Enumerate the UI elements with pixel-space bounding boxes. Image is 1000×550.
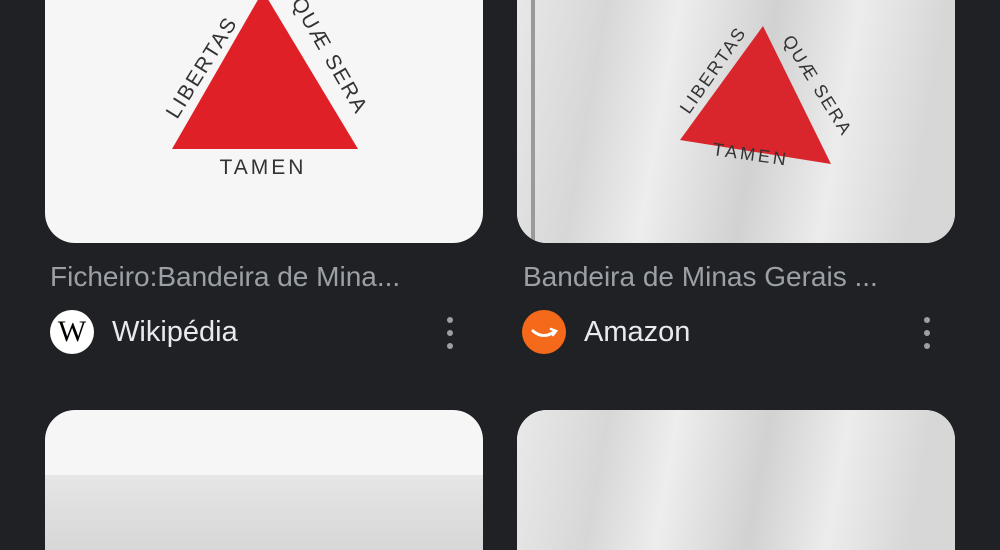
svg-text:W: W	[58, 315, 87, 348]
amazon-smile-icon	[522, 310, 566, 354]
flag-image: LIBERTAS QUÆ SERA TAMEN	[162, 0, 372, 179]
more-options-icon[interactable]	[440, 317, 460, 349]
result-title-2[interactable]: Bandeira de Minas Gerais ...	[523, 258, 943, 296]
result-thumbnail-2[interactable]: LIBERTAS QUÆ SERA TAMEN	[517, 0, 955, 243]
more-options-icon[interactable]	[917, 317, 937, 349]
result-source-1[interactable]: Wikipédia	[112, 312, 238, 352]
flag-image	[45, 475, 483, 550]
result-title-1[interactable]: Ficheiro:Bandeira de Mina...	[50, 258, 470, 296]
waving-flag-background	[517, 410, 955, 550]
result-source-row-1: W Wikipédia	[50, 309, 488, 355]
result-source-2[interactable]: Amazon	[584, 312, 690, 352]
flag-image: LIBERTAS QUÆ SERA TAMEN	[531, 0, 857, 243]
result-thumbnail-3[interactable]	[45, 410, 483, 550]
result-thumbnail-4[interactable]	[517, 410, 955, 550]
wikipedia-w-icon: W	[50, 310, 94, 354]
result-source-row-2: Amazon	[522, 309, 960, 355]
result-thumbnail-1[interactable]: LIBERTAS QUÆ SERA TAMEN	[45, 0, 483, 243]
flag-text-bottom: TAMEN	[220, 156, 307, 179]
